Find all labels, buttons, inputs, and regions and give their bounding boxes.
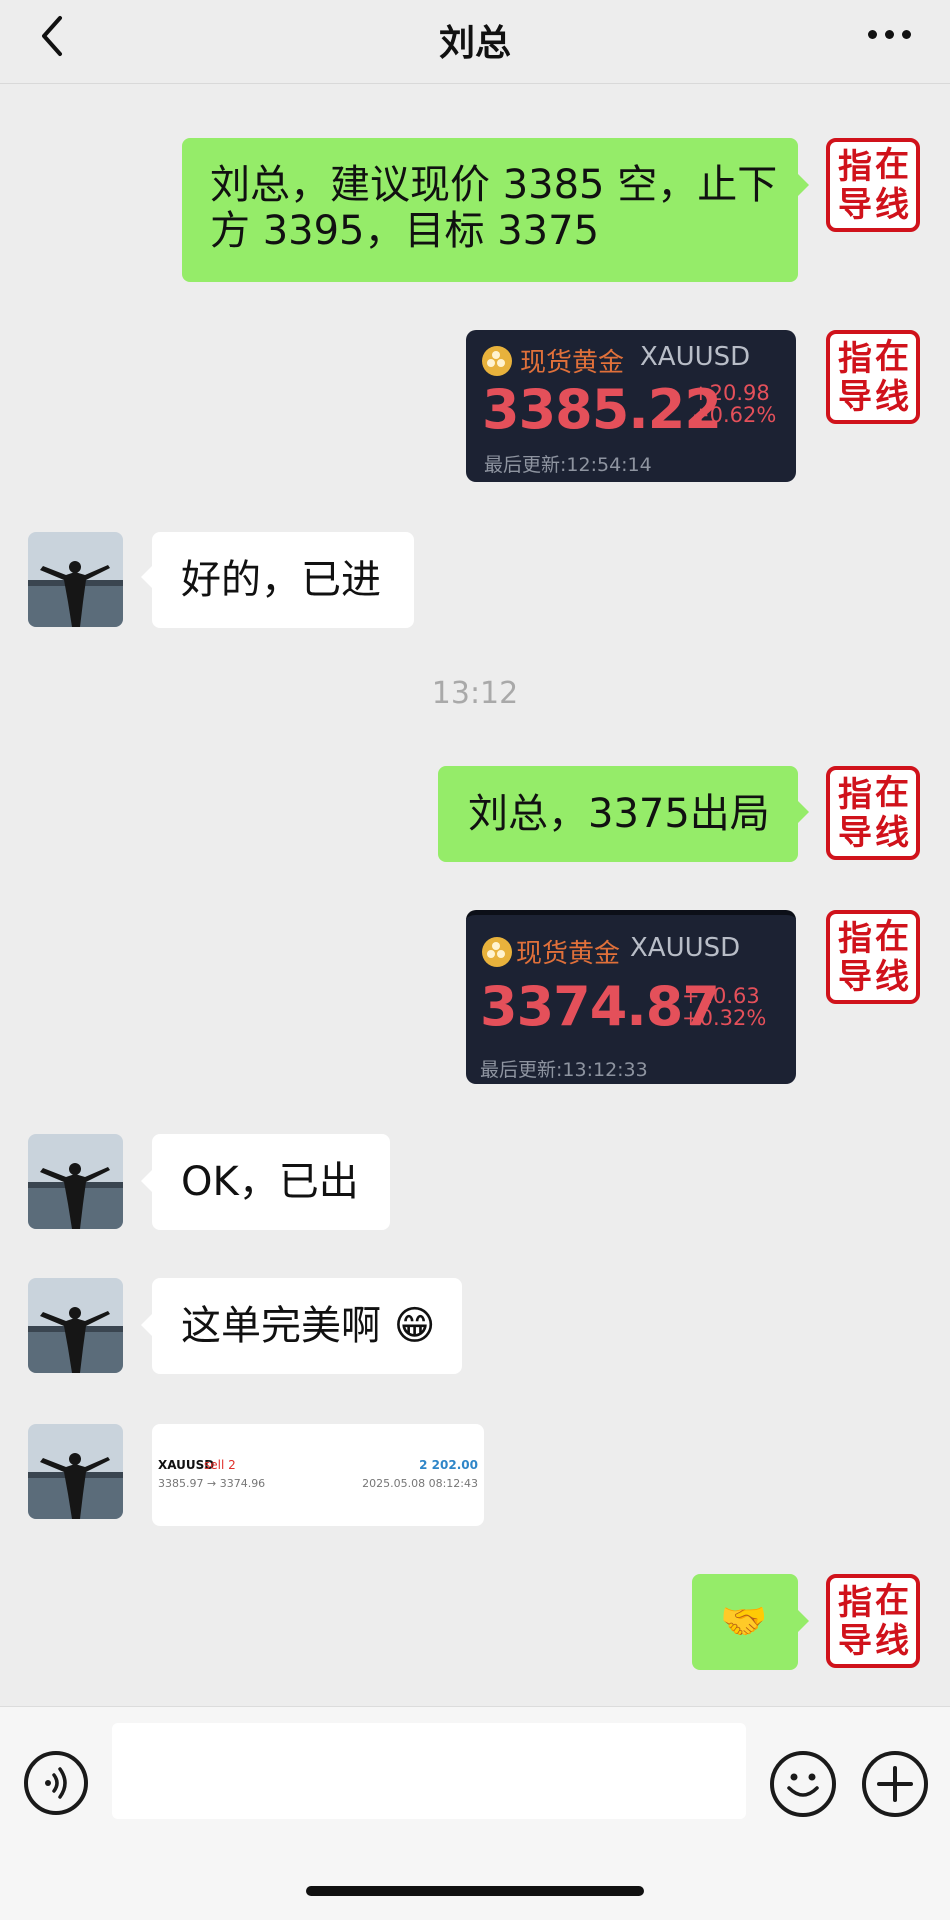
message-text: 这单完美啊 bbox=[181, 1303, 381, 1349]
message-text-line: 刘总，建议现价 3385 空，止下 bbox=[210, 162, 778, 208]
more-button[interactable] bbox=[868, 30, 912, 42]
contact-avatar[interactable] bbox=[28, 1424, 123, 1519]
gold-quote-card[interactable]: 现货黄金 XAUUSD 3374.87 +10.63 +0.32% 最后更新:13… bbox=[466, 910, 796, 1084]
message-text: 刘总，3375出局 bbox=[468, 791, 770, 837]
grin-emoji: 😁 bbox=[393, 1303, 436, 1349]
user-avatar-stamp[interactable]: 指在 导线 bbox=[826, 910, 920, 1004]
quote-label: 现货黄金 bbox=[516, 939, 621, 969]
contact-avatar[interactable] bbox=[28, 1278, 123, 1373]
smiley-icon bbox=[787, 1773, 819, 1797]
quote-change: +10.63 +0.32% bbox=[682, 984, 767, 1030]
message-text: OK，已出 bbox=[181, 1159, 359, 1205]
quote-updated-time: 最后更新:12:54:14 bbox=[484, 454, 652, 476]
contact-avatar[interactable] bbox=[28, 532, 123, 627]
quote-label: 现货黄金 bbox=[520, 348, 625, 378]
gold-coin-icon bbox=[482, 937, 512, 967]
handshake-emoji: 🤝 bbox=[720, 1599, 768, 1643]
user-avatar-stamp[interactable]: 指在 导线 bbox=[826, 138, 920, 232]
incoming-message-bubble[interactable]: OK，已出 bbox=[152, 1134, 390, 1230]
user-avatar-stamp[interactable]: 指在 导线 bbox=[826, 330, 920, 424]
quote-updated-time: 最后更新:13:12:33 bbox=[480, 1059, 648, 1081]
outgoing-message-bubble[interactable]: 刘总，建议现价 3385 空，止下 方 3395，目标 3375 bbox=[182, 138, 798, 282]
chat-timestamp: 13:12 bbox=[431, 676, 519, 711]
contact-avatar[interactable] bbox=[28, 1134, 123, 1229]
more-actions-button[interactable] bbox=[862, 1751, 928, 1817]
quote-price: 3385.22 bbox=[482, 378, 722, 441]
trade-result-card[interactable]: XAUUSD sell 2 2 202.00 3385.97 → 3374.96… bbox=[152, 1424, 484, 1526]
gold-quote-card[interactable]: 现货黄金 XAUUSD 3385.22 +20.98 +0.62% 最后更新:12… bbox=[466, 330, 796, 482]
home-indicator bbox=[306, 1886, 644, 1896]
trade-side: sell 2 bbox=[204, 1458, 236, 1472]
quote-change: +20.98 +0.62% bbox=[692, 381, 777, 427]
user-avatar-stamp[interactable]: 指在 导线 bbox=[826, 766, 920, 860]
top-bar: 刘总 bbox=[0, 0, 950, 84]
message-text-line: 方 3395，目标 3375 bbox=[210, 208, 600, 254]
incoming-message-bubble[interactable]: 好的，已进 bbox=[152, 532, 414, 628]
plus-icon bbox=[877, 1766, 913, 1802]
ellipsis-icon bbox=[868, 30, 877, 39]
gold-coin-icon bbox=[482, 346, 512, 376]
outgoing-message-bubble[interactable]: 🤝 bbox=[692, 1574, 798, 1670]
trade-profit: 2 202.00 bbox=[419, 1458, 478, 1472]
emoji-button[interactable] bbox=[770, 1751, 836, 1817]
user-avatar-stamp[interactable]: 指在 导线 bbox=[826, 1574, 920, 1668]
message-input[interactable] bbox=[112, 1723, 746, 1819]
quote-symbol: XAUUSD bbox=[630, 933, 741, 963]
trade-datetime: 2025.05.08 08:12:43 bbox=[362, 1477, 478, 1490]
trade-prices: 3385.97 → 3374.96 bbox=[158, 1477, 266, 1490]
message-text: 好的，已进 bbox=[181, 557, 381, 603]
chat-title: 刘总 bbox=[438, 23, 511, 64]
voice-button[interactable] bbox=[24, 1751, 88, 1815]
voice-icon bbox=[45, 1767, 67, 1799]
quote-symbol: XAUUSD bbox=[640, 342, 751, 372]
outgoing-message-bubble[interactable]: 刘总，3375出局 bbox=[438, 766, 798, 862]
incoming-message-bubble[interactable]: 这单完美啊 😁 bbox=[152, 1278, 462, 1374]
